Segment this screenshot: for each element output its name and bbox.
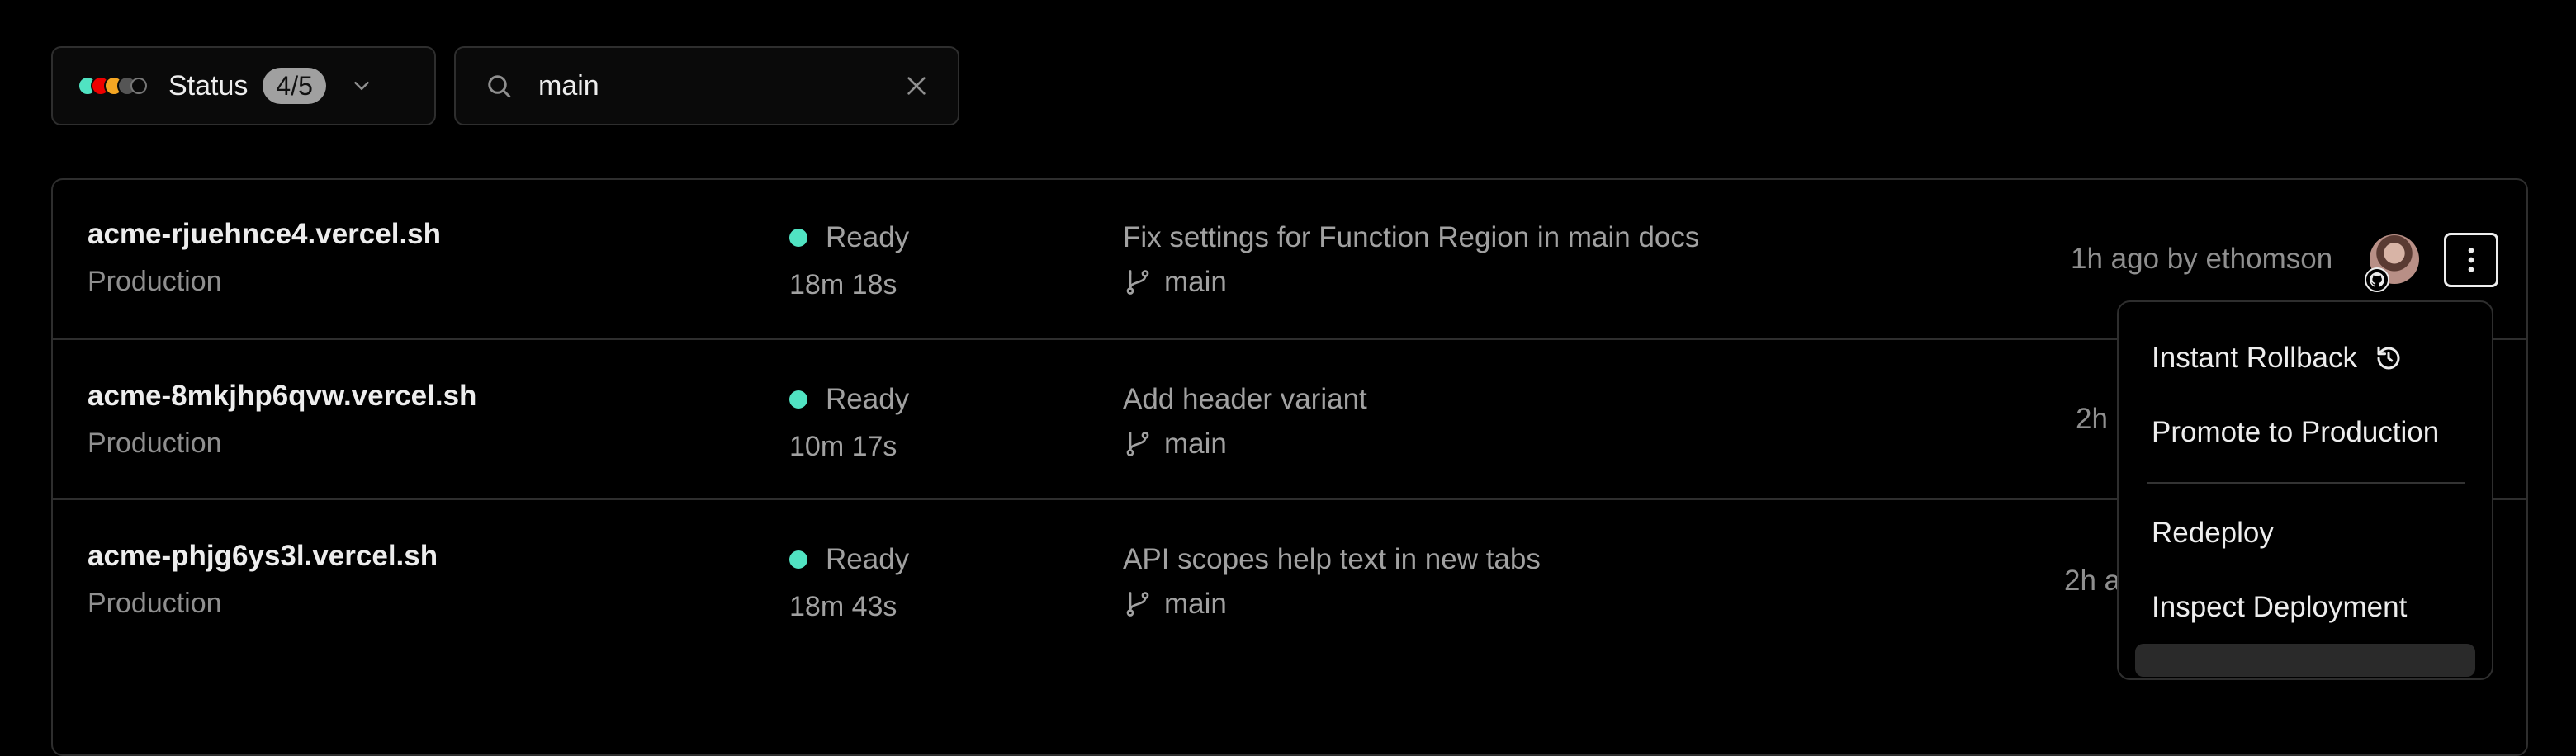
deployment-environment: Production: [88, 588, 222, 620]
github-icon: [2370, 272, 2384, 287]
filter-bar: Status 4/5: [51, 46, 959, 129]
deployment-url[interactable]: acme-8mkjhp6qvw.vercel.sh: [88, 380, 476, 413]
ready-status-dot: [789, 550, 807, 569]
deployment-meta: 2h a: [2064, 565, 2120, 598]
deployment-environment: Production: [88, 428, 222, 460]
deployment-meta: 2h: [2076, 403, 2108, 436]
ready-status-dot: [789, 229, 807, 247]
deployment-url[interactable]: acme-rjuehnce4.vercel.sh: [88, 218, 441, 251]
more-vertical-icon: [2459, 243, 2484, 276]
deployment-status-label: Ready: [826, 383, 909, 416]
deployment-status-label: Ready: [826, 543, 909, 576]
deployment-duration: 10m 17s: [789, 431, 897, 463]
status-filter-dropdown[interactable]: Status 4/5: [51, 46, 436, 125]
commit-message[interactable]: Add header variant: [1123, 383, 1367, 416]
branch-name: main: [1164, 588, 1227, 621]
git-branch-icon: [1123, 589, 1153, 619]
deployment-status: Ready: [789, 383, 909, 416]
status-dot-canceled: [130, 78, 147, 94]
clear-search-button[interactable]: [903, 73, 930, 99]
github-badge: [2365, 267, 2389, 292]
git-branch-icon: [1123, 267, 1153, 297]
menu-item-redeploy[interactable]: Redeploy: [2152, 517, 2274, 550]
commit-branch[interactable]: main: [1123, 588, 1227, 621]
status-count-badge: 4/5: [263, 68, 325, 104]
menu-item-label: Inspect Deployment: [2152, 591, 2407, 624]
menu-item-highlighted[interactable]: [2135, 644, 2475, 677]
commit-message[interactable]: Fix settings for Function Region in main…: [1123, 221, 1699, 254]
deployment-url[interactable]: acme-phjg6ys3l.vercel.sh: [88, 540, 438, 573]
branch-name: main: [1164, 428, 1227, 461]
deployment-status: Ready: [789, 543, 909, 576]
search-input[interactable]: [538, 70, 869, 102]
deployment-meta: 1h ago by ethomson: [2071, 243, 2332, 276]
menu-item-label: Redeploy: [2152, 517, 2274, 550]
branch-name: main: [1164, 266, 1227, 299]
menu-item-inspect-deployment[interactable]: Inspect Deployment: [2152, 591, 2407, 624]
deployment-status: Ready: [789, 221, 909, 254]
menu-item-instant-rollback[interactable]: Instant Rollback: [2152, 342, 2403, 375]
menu-item-label: Promote to Production: [2152, 416, 2439, 449]
status-filter-label: Status: [168, 70, 248, 102]
deployment-actions-menu: Instant Rollback Promote to Production R…: [2117, 300, 2493, 680]
menu-separator: [2147, 482, 2465, 484]
close-icon: [903, 73, 930, 99]
commit-branch[interactable]: main: [1123, 266, 1227, 299]
deployment-status-label: Ready: [826, 221, 909, 254]
deployment-duration: 18m 18s: [789, 269, 897, 301]
deployment-duration: 18m 43s: [789, 591, 897, 623]
rollback-icon: [2374, 343, 2403, 373]
ready-status-dot: [789, 390, 807, 409]
commit-branch[interactable]: main: [1123, 428, 1227, 461]
chevron-down-icon: [349, 73, 374, 98]
commit-message[interactable]: API scopes help text in new tabs: [1123, 543, 1541, 576]
menu-item-label: Instant Rollback: [2152, 342, 2357, 375]
search-box[interactable]: [454, 46, 959, 125]
deployment-environment: Production: [88, 266, 222, 298]
status-dots: [78, 76, 147, 96]
search-icon: [484, 71, 514, 101]
git-branch-icon: [1123, 429, 1153, 459]
menu-item-promote-to-production[interactable]: Promote to Production: [2152, 416, 2439, 449]
more-actions-button[interactable]: [2444, 233, 2498, 287]
